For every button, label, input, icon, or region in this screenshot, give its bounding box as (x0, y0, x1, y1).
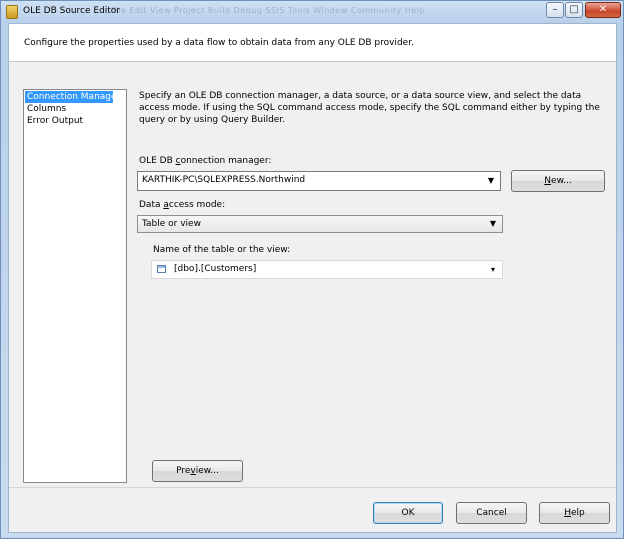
maximize-button[interactable]: □ (565, 2, 583, 18)
header-description: Configure the properties used by a data … (24, 38, 414, 48)
data-access-mode-value: Table or view (142, 219, 201, 229)
header-band: Configure the properties used by a data … (9, 24, 616, 62)
dialog-window: OLE DB Source Editor File Edit View Proj… (0, 0, 624, 539)
cancel-button[interactable]: Cancel (456, 502, 527, 524)
chevron-down-icon[interactable]: ▼ (482, 172, 500, 190)
nav-item-error-output[interactable]: Error Output (24, 115, 126, 127)
close-button[interactable]: ✕ (585, 2, 621, 18)
chevron-down-icon[interactable]: ▾ (484, 261, 502, 278)
new-connection-button[interactable]: New... (511, 170, 605, 192)
footer-divider (9, 487, 616, 488)
chevron-down-icon[interactable]: ▼ (484, 216, 502, 232)
page-list[interactable]: Connection Manager Columns Error Output (23, 89, 127, 483)
dialog-client: Configure the properties used by a data … (8, 23, 617, 533)
data-access-mode-dropdown[interactable]: Table or view ▼ (137, 215, 503, 233)
connection-manager-label: OLE DB connection manager: (139, 156, 272, 166)
minimize-button[interactable]: – (546, 2, 564, 18)
connection-manager-value: KARTHIK-PC\SQLEXPRESS.Northwind (142, 175, 306, 185)
help-button[interactable]: Help (539, 502, 610, 524)
nav-item-columns[interactable]: Columns (24, 103, 126, 115)
title-bar[interactable]: OLE DB Source Editor File Edit View Proj… (1, 1, 623, 23)
data-access-mode-label: Data access mode: (139, 200, 226, 210)
page-description: Specify an OLE DB connection manager, a … (139, 91, 600, 125)
table-icon (157, 265, 166, 273)
window-title: OLE DB Source Editor (23, 6, 121, 16)
preview-button[interactable]: Preview... (152, 460, 243, 482)
background-menu-ghost: File Edit View Project Build Debug SSIS … (111, 6, 425, 15)
app-icon (6, 5, 18, 19)
table-name-value: [dbo].[Customers] (174, 264, 257, 274)
nav-item-connection-manager[interactable]: Connection Manager (25, 91, 120, 103)
table-name-dropdown[interactable]: [dbo].[Customers] ▾ (151, 260, 503, 279)
connection-manager-dropdown[interactable]: KARTHIK-PC\SQLEXPRESS.Northwind ▼ (137, 171, 501, 191)
table-name-label: Name of the table or the view: (153, 245, 291, 255)
ok-button[interactable]: OK (373, 502, 443, 524)
